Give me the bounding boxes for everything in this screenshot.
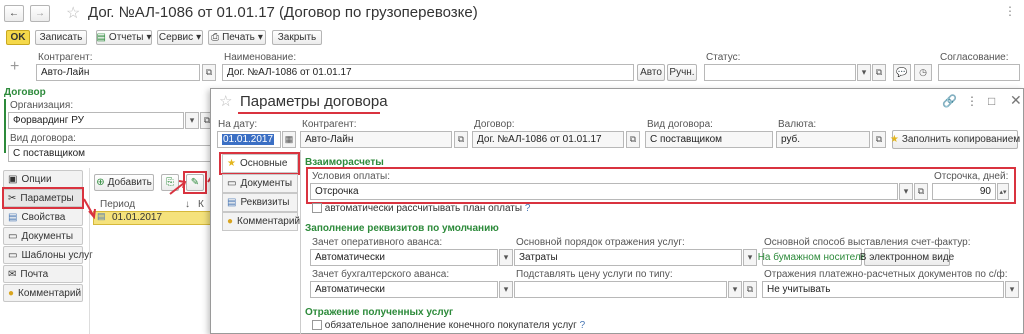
highlight-settlements bbox=[306, 167, 1016, 204]
open-icon[interactable]: ⧉ bbox=[743, 281, 757, 298]
received-title: Отражение полученных услуг bbox=[305, 307, 454, 318]
dialog-contract-type-field[interactable]: С поставщиком bbox=[645, 131, 773, 148]
requisites-icon: ▤ bbox=[227, 197, 237, 208]
tab-label: Документы bbox=[240, 178, 293, 189]
maximize-icon[interactable]: □ bbox=[988, 94, 995, 108]
electronic-button[interactable]: В электронном виде bbox=[860, 248, 954, 266]
document-icon: ▭ bbox=[227, 178, 237, 189]
calendar-icon[interactable]: ▦ bbox=[282, 131, 296, 148]
tab-requisites[interactable]: ▤ Реквизиты bbox=[222, 193, 298, 212]
fill-copy-button[interactable]: ★ Заполнить копированием bbox=[889, 130, 1021, 149]
buyer-checkbox[interactable] bbox=[312, 320, 322, 331]
star-icon: ★ bbox=[889, 134, 899, 145]
currency-label: Валюта: bbox=[778, 119, 817, 130]
paper-button[interactable]: На бумажном носителе bbox=[758, 248, 866, 266]
more-icon[interactable]: ⋮ bbox=[966, 94, 978, 108]
dialog-contract-label: Договор: bbox=[474, 119, 515, 130]
dialog-contract-type-label: Вид договора: bbox=[647, 119, 713, 130]
price-type-label: Подставлять цену услуги по типу: bbox=[516, 269, 673, 280]
open-icon[interactable]: ⧉ bbox=[626, 131, 640, 148]
title-underline bbox=[238, 112, 380, 114]
advance-op-field[interactable]: Автоматически bbox=[310, 249, 498, 266]
tab-comment[interactable]: ● Комментарий bbox=[222, 212, 301, 231]
dropdown-icon[interactable]: ▾ bbox=[499, 249, 513, 266]
date-field[interactable]: 01.01.2017 bbox=[217, 131, 281, 148]
date-label: На дату: bbox=[218, 119, 258, 130]
dialog-title: Параметры договора bbox=[240, 93, 388, 110]
tab-label: Реквизиты bbox=[240, 197, 290, 208]
open-icon[interactable]: ⧉ bbox=[454, 131, 468, 148]
advance-acc-field[interactable]: Автоматически bbox=[310, 281, 498, 298]
comment-icon: ● bbox=[227, 216, 234, 227]
auto-plan-checkbox[interactable] bbox=[312, 203, 322, 214]
main-order-field[interactable]: Затраты bbox=[514, 249, 742, 266]
tab-documents[interactable]: ▭ Документы bbox=[222, 174, 298, 193]
dialog-kontragent-field[interactable]: Авто-Лайн bbox=[300, 131, 452, 148]
dialog-contract-field[interactable]: Дог. №АЛ-1086 от 01.01.17 bbox=[472, 131, 624, 148]
auto-plan-label: автоматически рассчитывать план оплаты bbox=[324, 203, 523, 214]
main-order-label: Основной порядок отражения услуг: bbox=[516, 237, 685, 248]
invoice-label: Основной способ выставления счет-фактур: bbox=[764, 237, 971, 248]
dropdown-icon[interactable]: ▾ bbox=[499, 281, 513, 298]
help-icon[interactable]: ? bbox=[580, 320, 586, 331]
close-icon[interactable]: ✕ bbox=[1010, 92, 1022, 109]
dialog-star-icon[interactable]: ☆ bbox=[219, 92, 232, 110]
price-type-field[interactable] bbox=[514, 281, 727, 298]
help-icon[interactable]: ? bbox=[525, 203, 531, 214]
link-icon[interactable]: 🔗 bbox=[942, 94, 957, 108]
dialog-kontragent-label: Контрагент: bbox=[302, 119, 357, 130]
buyer-label: обязательное заполнение конечного покупа… bbox=[324, 320, 577, 331]
auto-plan-row[interactable]: автоматически рассчитывать план оплаты ? bbox=[312, 203, 530, 214]
defaults-title: Заполнение реквизитов по умолчанию bbox=[305, 223, 499, 234]
buyer-row[interactable]: обязательное заполнение конечного покупа… bbox=[312, 320, 585, 331]
dropdown-icon[interactable]: ▾ bbox=[743, 249, 757, 266]
reflect-label: Отражения платежно-расчетных документов … bbox=[764, 269, 1008, 280]
advance-op-label: Зачет оперативного аванса: bbox=[312, 237, 443, 248]
date-value: 01.01.2017 bbox=[222, 134, 275, 145]
tab-label: Комментарий bbox=[237, 216, 301, 227]
advance-acc-label: Зачет бухгалтерского аванса: bbox=[312, 269, 450, 280]
dropdown-icon[interactable]: ▾ bbox=[1005, 281, 1019, 298]
dropdown-icon[interactable]: ▾ bbox=[728, 281, 742, 298]
currency-field[interactable]: руб. bbox=[776, 131, 870, 148]
reflect-field[interactable]: Не учитывать bbox=[762, 281, 1004, 298]
highlight-tab-main bbox=[219, 152, 300, 175]
open-icon[interactable]: ⧉ bbox=[872, 131, 886, 148]
fill-copy-label: Заполнить копированием bbox=[901, 134, 1021, 145]
